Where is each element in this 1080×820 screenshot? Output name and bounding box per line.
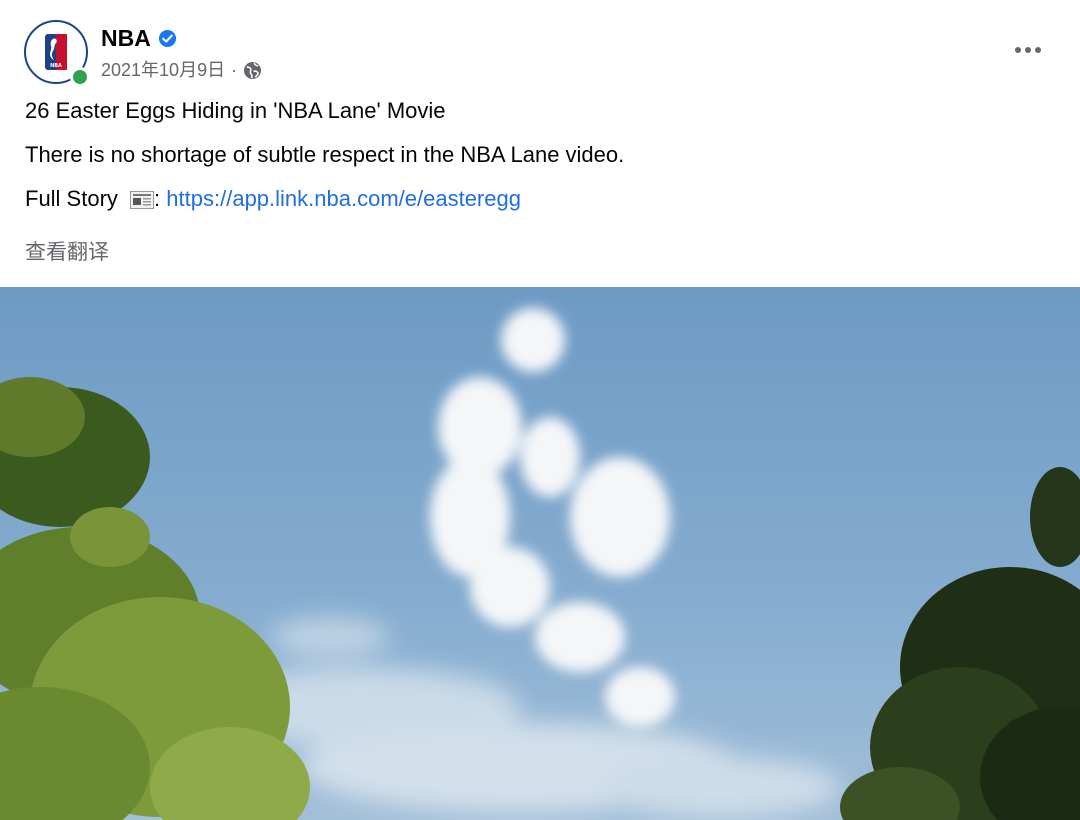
post-message: 26 Easter Eggs Hiding in 'NBA Lane' Movi… — [25, 96, 624, 228]
name-row: NBA — [101, 24, 177, 52]
more-dot-icon — [1035, 47, 1041, 53]
post-title-line: 26 Easter Eggs Hiding in 'NBA Lane' Movi… — [25, 98, 446, 123]
post-story-line: Full Story : https://app.link.nba.com/e/… — [25, 184, 624, 228]
story-label: Full Story — [25, 186, 118, 211]
post-header: NBA NBA 2021年10月9日 · — [0, 0, 1080, 90]
online-status-dot — [70, 67, 90, 87]
nba-logo-icon: NBA — [45, 34, 67, 70]
post-media-image[interactable] — [0, 287, 1080, 820]
svg-text:NBA: NBA — [50, 63, 62, 69]
page-name[interactable]: NBA — [101, 24, 151, 52]
meta-separator: · — [231, 60, 238, 80]
story-colon: : — [154, 186, 161, 211]
post-body-line: There is no shortage of subtle respect i… — [25, 142, 625, 167]
sky-cloud-photo — [0, 287, 1080, 820]
newspaper-icon — [130, 191, 155, 209]
more-options-button[interactable] — [1010, 36, 1046, 64]
story-link[interactable]: https://app.link.nba.com/e/easteregg — [166, 186, 521, 211]
see-translation-link[interactable]: 查看翻译 — [25, 236, 109, 266]
globe-icon[interactable] — [243, 61, 262, 80]
more-dot-icon — [1025, 47, 1031, 53]
post-meta: 2021年10月9日 · — [101, 58, 262, 82]
more-dot-icon — [1015, 47, 1021, 53]
verified-badge-icon — [158, 29, 176, 47]
post-date[interactable]: 2021年10月9日 — [101, 58, 225, 82]
post-card: NBA NBA 2021年10月9日 · 26 Easter Eggs Hidi… — [0, 0, 1080, 820]
